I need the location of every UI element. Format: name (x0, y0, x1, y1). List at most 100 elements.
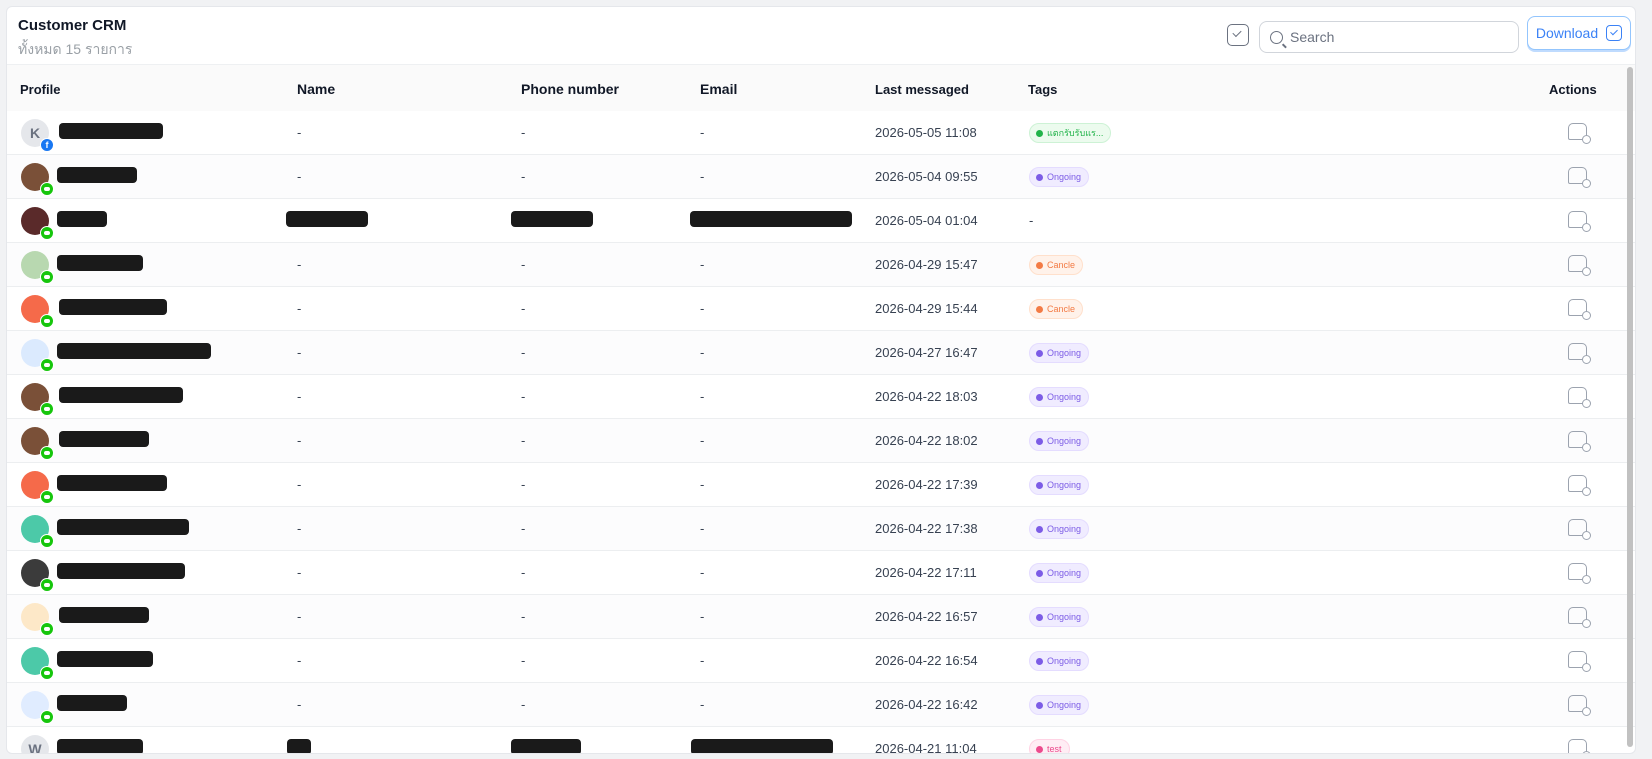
name-cell: - (297, 125, 302, 140)
status-dot-icon (1036, 613, 1043, 621)
view-chat-icon[interactable] (1568, 739, 1591, 753)
name-cell: - (297, 609, 302, 624)
avatar (21, 427, 54, 460)
status-badge: Ongoing (1029, 475, 1090, 495)
search-input[interactable] (1290, 29, 1510, 45)
redacted-profile-name (57, 255, 143, 271)
vertical-scrollbar[interactable] (1627, 67, 1633, 747)
status-badge: Cancle (1029, 299, 1084, 319)
status-dot-icon (1036, 481, 1043, 489)
column-tags: Tags (1028, 82, 1058, 97)
line-icon (40, 666, 54, 680)
page-title: Customer CRM (18, 17, 127, 34)
status-label: Ongoing (1047, 172, 1082, 182)
view-chat-icon[interactable] (1568, 343, 1591, 364)
avatar (21, 603, 54, 636)
status-badge: Ongoing (1029, 387, 1090, 407)
table-row[interactable]: - - - 2026-04-22 17:39 Ongoing (7, 463, 1635, 507)
view-chat-icon[interactable] (1568, 211, 1591, 232)
email-cell: - (700, 169, 705, 184)
view-chat-icon[interactable] (1568, 431, 1591, 452)
redacted-profile-name (57, 651, 153, 667)
avatar (21, 647, 54, 680)
table-row[interactable]: 2026-05-04 01:04 - (7, 199, 1635, 243)
redacted-email (691, 739, 833, 753)
phone-cell: - (521, 125, 526, 140)
view-chat-icon[interactable] (1568, 123, 1591, 144)
email-cell: - (700, 697, 705, 712)
redacted-profile-name (57, 475, 167, 491)
status-badge: Ongoing (1029, 695, 1090, 715)
table-row[interactable]: - - - 2026-04-22 16:54 Ongoing (7, 639, 1635, 683)
table-row[interactable]: - - - 2026-04-29 15:44 Cancle (7, 287, 1635, 331)
status-label: แตกรับรับแร... (1047, 128, 1104, 138)
phone-cell: - (521, 389, 526, 404)
phone-cell: - (521, 609, 526, 624)
email-cell: - (700, 609, 705, 624)
status-dot-icon (1036, 701, 1043, 709)
phone-cell: - (521, 697, 526, 712)
table-row[interactable]: - - - 2026-04-29 15:47 Cancle (7, 243, 1635, 287)
table-row[interactable]: - - - 2026-04-22 18:03 Ongoing (7, 375, 1635, 419)
download-button[interactable]: Download (1527, 16, 1631, 50)
view-chat-icon[interactable] (1568, 255, 1591, 276)
line-icon (40, 710, 54, 724)
table-row[interactable]: - - - 2026-04-22 17:38 Ongoing (7, 507, 1635, 551)
name-cell: - (297, 169, 302, 184)
view-chat-icon[interactable] (1568, 475, 1591, 496)
avatar (21, 295, 54, 328)
table-row[interactable]: Kf - - - 2026-05-05 11:08 แตกรับรับแร... (7, 111, 1635, 155)
line-icon (40, 358, 54, 372)
redacted-phone (511, 739, 581, 753)
status-dot-icon (1036, 569, 1043, 577)
view-chat-icon[interactable] (1568, 167, 1591, 188)
status-label: Ongoing (1047, 568, 1082, 578)
last-messaged-cell: 2026-04-22 18:03 (875, 389, 978, 404)
view-chat-icon[interactable] (1568, 563, 1591, 584)
email-cell: - (700, 345, 705, 360)
avatar: Kf (21, 119, 54, 152)
email-cell: - (700, 653, 705, 668)
table-row[interactable]: - - - 2026-04-27 16:47 Ongoing (7, 331, 1635, 375)
table-row[interactable]: W 2026-04-21 11:04 test (7, 727, 1635, 754)
view-chat-icon[interactable] (1568, 651, 1591, 672)
table-row[interactable]: - - - 2026-04-22 16:57 Ongoing (7, 595, 1635, 639)
status-badge: Ongoing (1029, 607, 1090, 627)
email-cell: - (700, 433, 705, 448)
ai-sparkle-icon[interactable] (1227, 24, 1249, 46)
last-messaged-cell: 2026-04-21 11:04 (875, 741, 977, 754)
avatar (21, 383, 54, 416)
redacted-profile-name (59, 123, 163, 139)
status-dot-icon (1036, 305, 1043, 313)
line-icon (40, 314, 54, 328)
redacted-profile-name (57, 519, 189, 535)
view-chat-icon[interactable] (1568, 695, 1591, 716)
avatar (21, 471, 54, 504)
search-box[interactable] (1259, 21, 1519, 53)
last-messaged-cell: 2026-04-27 16:47 (875, 345, 978, 360)
line-icon (40, 578, 54, 592)
status-label: Ongoing (1047, 436, 1082, 446)
table-row[interactable]: - - - 2026-05-04 09:55 Ongoing (7, 155, 1635, 199)
table-row[interactable]: - - - 2026-04-22 18:02 Ongoing (7, 419, 1635, 463)
email-cell: - (700, 477, 705, 492)
status-badge: test (1029, 739, 1070, 753)
phone-cell: - (521, 477, 526, 492)
redacted-name (287, 739, 311, 753)
status-label: Cancle (1047, 304, 1076, 314)
last-messaged-cell: 2026-04-22 17:39 (875, 477, 978, 492)
name-cell: - (297, 521, 302, 536)
table-row[interactable]: - - - 2026-04-22 16:42 Ongoing (7, 683, 1635, 727)
view-chat-icon[interactable] (1568, 519, 1591, 540)
view-chat-icon[interactable] (1568, 607, 1591, 628)
line-icon (40, 226, 54, 240)
view-chat-icon[interactable] (1568, 387, 1591, 408)
view-chat-icon[interactable] (1568, 299, 1591, 320)
table-row[interactable]: - - - 2026-04-22 17:11 Ongoing (7, 551, 1635, 595)
page-header: Customer CRM ทั้งหมด 15 รายการ Download (7, 7, 1635, 65)
status-dot-icon (1036, 437, 1043, 445)
avatar (21, 163, 54, 196)
avatar (21, 559, 54, 592)
table-body: Kf - - - 2026-05-05 11:08 แตกรับรับแร... - - - 20… (7, 111, 1635, 754)
phone-cell: - (521, 257, 526, 272)
